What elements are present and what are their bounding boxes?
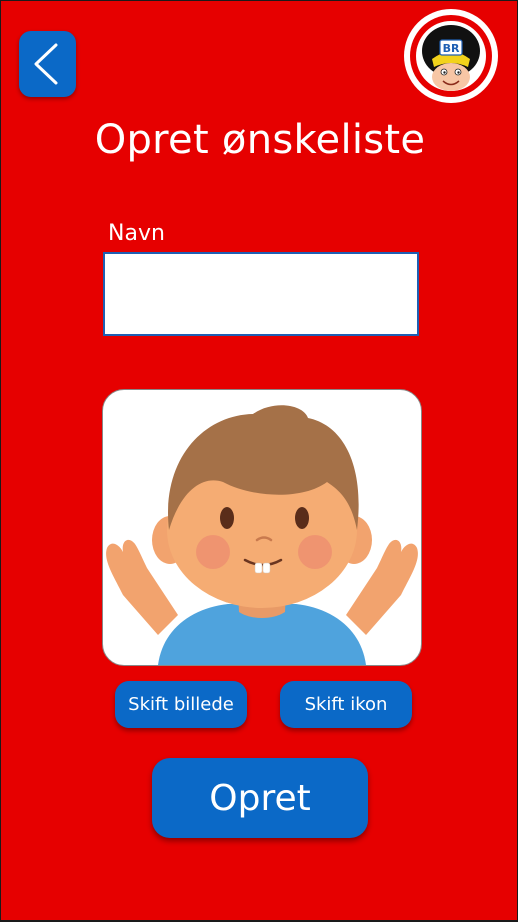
br-logo: BR <box>404 9 498 103</box>
logo-text: BR <box>443 42 460 55</box>
change-icon-button[interactable]: Skift ikon <box>280 681 412 728</box>
back-button[interactable] <box>19 31 76 97</box>
app-screen: BR Opret ønskeliste Navn Skift billede S… <box>1 1 517 920</box>
create-button[interactable]: Opret <box>152 758 368 838</box>
boy-avatar-icon <box>103 390 421 665</box>
avatar-image <box>102 389 422 666</box>
name-label: Navn <box>108 221 165 246</box>
name-input[interactable] <box>103 252 419 336</box>
change-image-button[interactable]: Skift billede <box>115 681 247 728</box>
page-title: Opret ønskeliste <box>94 117 426 163</box>
